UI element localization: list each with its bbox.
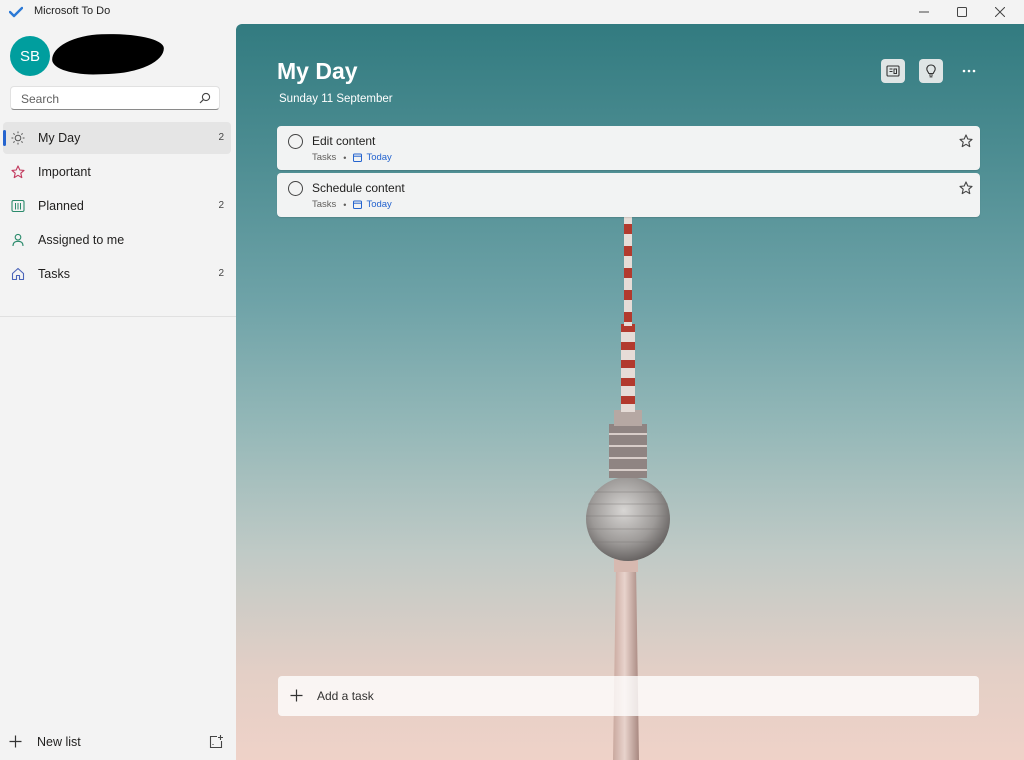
todo-checkmark-icon [9, 6, 23, 18]
close-button[interactable] [980, 0, 1020, 24]
item-count: 2 [218, 132, 224, 143]
sidebar-item-important[interactable]: Important [3, 156, 231, 188]
sidebar: SB My Day 2 [0, 24, 236, 760]
task-list-name: Tasks [312, 199, 337, 210]
search-icon[interactable] [199, 92, 211, 104]
separator-dot: • [343, 199, 347, 210]
item-count: 2 [218, 200, 224, 211]
task-title: Schedule content [312, 181, 405, 195]
sidebar-nav: My Day 2 Important Planned 2 Assigned to… [0, 122, 236, 292]
sidebar-item-my-day[interactable]: My Day 2 [3, 122, 231, 154]
minimize-icon [919, 11, 929, 13]
main-panel: My Day Sunday 11 September Edit content … [236, 24, 1024, 760]
task-due-date: Today [366, 152, 392, 163]
add-task-label: Add a task [317, 689, 374, 703]
sidebar-divider [0, 316, 236, 317]
sidebar-item-label: Assigned to me [38, 233, 125, 247]
lightbulb-icon [926, 64, 936, 78]
complete-checkbox[interactable] [288, 181, 303, 196]
sidebar-item-label: Planned [38, 199, 84, 213]
search-input[interactable] [19, 89, 193, 109]
add-task-input[interactable]: Add a task [278, 676, 979, 716]
close-icon [995, 7, 1005, 17]
more-options-button[interactable] [960, 62, 978, 80]
sun-icon [11, 131, 25, 145]
suggestions-icon [886, 65, 900, 77]
separator-dot: • [343, 152, 347, 163]
sidebar-item-label: Tasks [38, 267, 70, 281]
minimize-button[interactable] [904, 0, 944, 24]
star-icon[interactable] [959, 134, 973, 148]
home-icon [11, 267, 25, 281]
task-title: Edit content [312, 134, 376, 148]
person-icon [12, 233, 24, 247]
title-bar: Microsoft To Do [0, 0, 1024, 24]
star-icon[interactable] [959, 181, 973, 195]
star-icon [11, 165, 25, 179]
task-item[interactable]: Schedule content Tasks • Today [277, 173, 980, 217]
calendar-icon [353, 153, 363, 162]
avatar[interactable]: SB [10, 36, 50, 76]
new-list-label: New list [37, 735, 81, 749]
maximize-button[interactable] [942, 0, 982, 24]
plus-icon [290, 689, 303, 702]
sidebar-item-planned[interactable]: Planned 2 [3, 190, 231, 222]
sidebar-item-label: Important [38, 165, 91, 179]
new-list-button[interactable]: New list [0, 730, 236, 754]
item-count: 2 [218, 268, 224, 279]
calendar-grid-icon [11, 199, 25, 213]
search-box[interactable] [10, 86, 220, 110]
task-list-name: Tasks [312, 152, 337, 163]
sidebar-item-tasks[interactable]: Tasks 2 [3, 258, 231, 290]
task-meta: Tasks • Today [312, 152, 392, 163]
window-title: Microsoft To Do [34, 5, 111, 17]
redacted-account-name [51, 32, 165, 76]
more-icon [962, 69, 976, 73]
avatar-initials: SB [19, 47, 40, 65]
sidebar-item-assigned-to-me[interactable]: Assigned to me [3, 224, 231, 256]
sidebar-item-label: My Day [38, 131, 81, 145]
maximize-icon [957, 7, 967, 17]
new-group-icon[interactable] [208, 734, 224, 750]
page-date: Sunday 11 September [279, 93, 393, 105]
page-title: My Day [277, 58, 358, 84]
plus-icon [9, 735, 22, 748]
task-due-date: Today [366, 199, 392, 210]
suggestions-button[interactable] [881, 59, 905, 83]
ideas-button[interactable] [919, 59, 943, 83]
task-meta: Tasks • Today [312, 199, 392, 210]
task-item[interactable]: Edit content Tasks • Today [277, 126, 980, 170]
calendar-icon [353, 200, 363, 209]
complete-checkbox[interactable] [288, 134, 303, 149]
